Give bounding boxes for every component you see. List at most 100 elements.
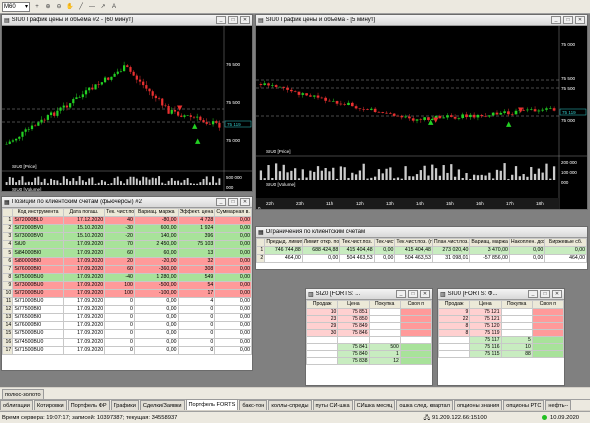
interval-select[interactable]: M60 ▾ (2, 1, 30, 12)
maximize-button[interactable]: □ (228, 16, 238, 24)
arrow-icon[interactable]: ↗ (99, 3, 107, 11)
tab-gold[interactable]: полюс-золото (2, 389, 44, 399)
orderbook-row[interactable]: 29 75 849 (306, 322, 432, 331)
column-header[interactable]: Дата погаш. (62, 207, 106, 218)
orderbook-row[interactable]: 8 75 120 (438, 322, 564, 331)
close-button[interactable]: ✕ (240, 198, 250, 206)
close-button[interactable]: ✕ (420, 290, 430, 298)
orderbook-row[interactable]: 75 838 12 (306, 356, 432, 365)
hand-icon[interactable]: ✋ (66, 3, 74, 11)
table-row[interactable]: 1 Si72000BL0 17.12.2020 40 -80,00 4 728 0,00 (2, 216, 252, 226)
table-row[interactable]: 11 Si71000BU0 17.09.2020 0 0,00 4 0,00 (2, 297, 252, 307)
orderbook-row[interactable]: 75 840 1 (306, 349, 432, 358)
column-header[interactable]: Тек.чист.поз. (пл.) (394, 237, 433, 248)
table-row[interactable]: 2 Si72000BV0 15.10.2020 -30 600,00 1 924 0,00 (2, 224, 252, 234)
orderbook-row[interactable]: 75 841 500 (306, 342, 432, 351)
close-button[interactable]: ✕ (240, 16, 250, 24)
tab-13[interactable]: нефть-- (545, 400, 572, 410)
zoom-out-icon[interactable]: ⊖ (55, 3, 63, 11)
close-button[interactable]: ✕ (552, 290, 562, 298)
column-header[interactable]: Цена (469, 299, 502, 310)
column-header[interactable]: Тек. чист.поз. (104, 207, 135, 218)
column-header[interactable]: Покупка (368, 299, 401, 310)
tab-9[interactable]: СИшка месяц (353, 400, 396, 410)
tab-3[interactable]: Графики (110, 400, 139, 410)
orderbook-row[interactable]: 75 117 5 (438, 336, 564, 345)
minimize-button[interactable]: _ (396, 290, 406, 298)
tab-6[interactable]: бакс-тон (239, 400, 268, 410)
column-header[interactable]: Своя п (531, 299, 564, 310)
tab-10[interactable]: ошка след. квартал (396, 400, 453, 410)
minimize-button[interactable]: _ (216, 16, 226, 24)
column-header[interactable]: Предыд. лимит (264, 237, 303, 248)
column-header[interactable]: Эффект. цена (177, 207, 216, 218)
column-header[interactable]: Вариац. маржа (469, 237, 510, 248)
horizontal-line-icon[interactable]: — (88, 3, 96, 11)
table-row[interactable]: 5 Si84000BI0 17.09.2020 60 60,00 13 0,00 (2, 248, 252, 258)
maximize-button[interactable]: □ (540, 290, 550, 298)
column-header[interactable]: Тек.чист.поз. (339, 237, 375, 248)
column-header[interactable]: Лимит откр. поз. (301, 237, 341, 248)
column-header[interactable]: Биржевые сб. (544, 237, 587, 248)
table-row[interactable]: 8 Si75000BU0 17.09.2020 -40 1 280,00 549 0,00 (2, 272, 252, 282)
orderbook-row[interactable]: 75 116 10 (438, 343, 564, 352)
column-header[interactable]: Своя п (399, 299, 432, 310)
line-tool-icon[interactable]: ╱ (77, 3, 85, 11)
column-header[interactable] (2, 207, 14, 218)
tab-7[interactable]: коллы-спреды (268, 400, 312, 410)
orderbook-row[interactable]: 30 75 846 (306, 329, 432, 338)
table-row[interactable]: 16 Si74500BU0 17.09.2020 0 0,00 0 0,00 (2, 337, 252, 347)
orderbook-row[interactable]: 8 75 119 (438, 329, 564, 338)
table-row[interactable]: 4 SiU0 17.09.2020 70 2 450,00 75 103 0,00 (2, 240, 252, 250)
tab-5[interactable]: Портфель FORTS (185, 399, 239, 410)
orderbook-row[interactable]: 23 75 850 (306, 315, 432, 324)
minimize-button[interactable]: _ (551, 16, 561, 24)
text-icon[interactable]: A (110, 3, 118, 11)
column-header[interactable]: План.чист.поз. (431, 237, 471, 248)
chart2-canvas[interactable]: ▼▲▲ ▼75 00075 50075 50075 00075 119SIU0 [… (256, 26, 588, 210)
tab-11[interactable]: опционы знания (453, 400, 503, 410)
column-header[interactable]: Накоплен. доход (508, 237, 546, 248)
orderbook-row[interactable]: 75 115 88 (438, 350, 564, 359)
tab-0[interactable]: облигации (0, 400, 33, 410)
table-row[interactable]: 13 Si76500BI0 17.09.2020 0 0,00 0 0,00 (2, 313, 252, 323)
orderbook-row[interactable]: 22 75 121 (438, 315, 564, 324)
candle (472, 114, 476, 118)
tab-12[interactable]: опционы РТС (503, 400, 545, 410)
column-header[interactable]: Суммарная в. (214, 207, 252, 218)
table-row[interactable]: 15 Si75000BU0 17.09.2020 0 0,00 0 0,00 (2, 329, 252, 339)
table-row[interactable]: 1 746 744,88 688 424,88 415 404,48 0,00 415 4… (256, 246, 587, 256)
tab-1[interactable]: Котировки (33, 400, 67, 410)
column-header[interactable]: Покупка (500, 299, 533, 310)
orderbook-row[interactable]: 9 75 121 (438, 308, 564, 317)
table-row[interactable]: 17 Si71500BU0 17.09.2020 0 0,00 0 0,00 (2, 345, 252, 355)
column-header[interactable]: Код инструмента (12, 207, 64, 218)
table-row[interactable]: 7 Si76000BI0 17.09.2020 60 -360,00 308 0,00 (2, 264, 252, 274)
column-header[interactable]: Цена (337, 299, 370, 310)
minimize-button[interactable]: _ (528, 290, 538, 298)
table-row[interactable]: 12 Si77500BI0 17.09.2020 0 0,00 0 0,00 (2, 305, 252, 315)
table-row[interactable]: 10 Si72000BU0 17.09.2020 100 -100,00 17 0,00 (2, 288, 252, 299)
column-header[interactable] (256, 237, 266, 248)
table-row[interactable]: 9 Si73000BU0 17.09.2020 100 -500,00 54 0,00 (2, 280, 252, 290)
zoom-in-icon[interactable]: ⊕ (44, 3, 52, 11)
table-row[interactable]: 6 Si80000BI0 17.09.2020 20 -20,00 32 0,00 (2, 256, 252, 266)
orderbook-row[interactable]: 10 75 851 (306, 308, 432, 317)
column-header[interactable]: Тек.чист.поз. (373, 237, 396, 248)
table-row[interactable]: 3 Si73000BV0 15.10.2020 -20 140,00 396 0,00 (2, 232, 252, 242)
tab-2[interactable]: Портфель ФР (67, 400, 110, 410)
maximize-button[interactable]: □ (228, 198, 238, 206)
table-row[interactable]: 2 464,00 0,00 504 463,53 0,00 504 463,53 31 09… (256, 254, 587, 264)
maximize-button[interactable]: □ (563, 16, 573, 24)
table-row[interactable]: 14 Si76000BI0 17.09.2020 0 0,00 0 0,00 (2, 321, 252, 331)
column-header[interactable]: Продаж (438, 299, 471, 310)
crosshair-icon[interactable]: + (33, 3, 41, 11)
column-header[interactable]: Вариац. маржа (133, 207, 179, 218)
minimize-button[interactable]: _ (216, 198, 226, 206)
tab-4[interactable]: Сделки/Заявки (139, 400, 185, 410)
tab-8[interactable]: путы СИ-шка (312, 400, 353, 410)
column-header[interactable]: Продаж (306, 299, 339, 310)
maximize-button[interactable]: □ (408, 290, 418, 298)
close-button[interactable]: ✕ (575, 16, 585, 24)
chart1-canvas[interactable]: ▼ ▲ ▲ 76 500 75 500 75 000 75 119 SIU0 [Price] S… (2, 26, 253, 192)
